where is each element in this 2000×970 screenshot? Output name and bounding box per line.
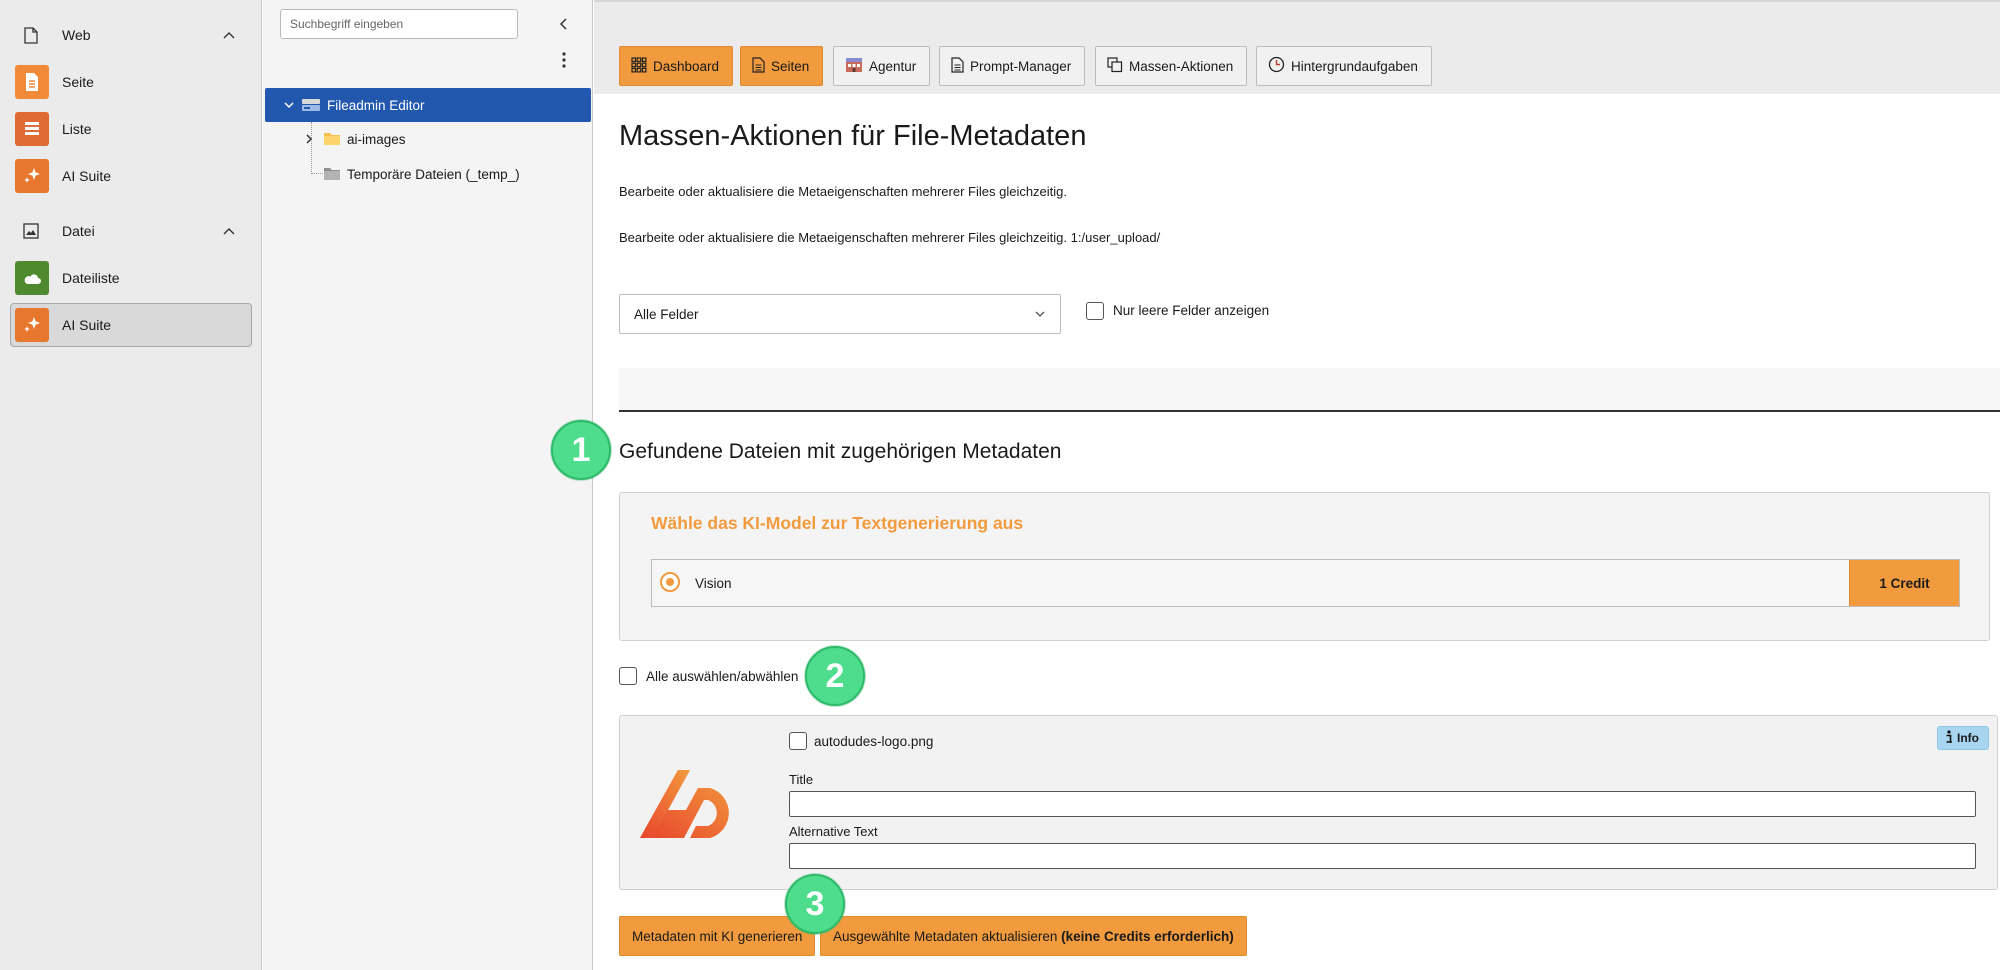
file-select-checkbox[interactable] — [789, 732, 807, 750]
sparkle-icon — [15, 159, 49, 193]
model-selection-card: Wähle das KI-Model zur Textgenerierung a… — [619, 492, 1990, 641]
chevron-up-icon[interactable] — [222, 28, 236, 42]
list-icon — [15, 112, 49, 146]
folder-grey-icon — [323, 166, 341, 184]
section-divider — [619, 368, 2000, 412]
module-item-label: AI Suite — [62, 168, 112, 184]
info-button[interactable]: Info — [1937, 726, 1989, 750]
tab-label: Seiten — [771, 58, 810, 74]
module-group-label: Datei — [62, 223, 95, 239]
model-credit-badge: 1 Credit — [1849, 560, 1959, 606]
grid-icon — [631, 56, 647, 76]
model-name: Vision — [695, 575, 732, 591]
clock-icon — [1268, 56, 1285, 76]
found-files-heading: Gefundene Dateien mit zugehörigen Metada… — [619, 440, 1062, 463]
tab-massen-aktionen[interactable]: Massen-Aktionen — [1095, 46, 1248, 86]
document-icon — [951, 56, 964, 76]
tab-dashboard[interactable]: Dashboard — [619, 46, 734, 86]
title-label: Title — [789, 772, 814, 787]
step-badge-2: 2 — [805, 646, 865, 706]
info-label: Info — [1957, 731, 1979, 745]
tree-node-ai-images[interactable]: ai-images — [303, 122, 583, 156]
title-input[interactable] — [789, 791, 1976, 817]
tree-node-label: Fileadmin Editor — [327, 97, 425, 113]
tab-label: Prompt-Manager — [970, 58, 1072, 74]
main-content: Dashboard Seiten Agentur Prompt-Manager … — [594, 0, 2000, 970]
building-icon — [845, 57, 863, 76]
module-item-liste[interactable]: Liste — [10, 107, 252, 151]
module-item-label: AI Suite — [62, 317, 112, 333]
more-options-icon[interactable] — [556, 50, 572, 70]
tab-hintergrundaufgaben[interactable]: Hintergrundaufgaben — [1256, 46, 1432, 86]
generate-metadata-button[interactable]: Metadaten mit KI generieren — [619, 916, 816, 956]
module-item-dateiliste[interactable]: Dateiliste — [10, 256, 252, 300]
collapse-panel-icon[interactable] — [556, 16, 572, 32]
step-badge-1: 1 — [551, 420, 611, 480]
module-item-ai-suite-web[interactable]: AI Suite — [10, 154, 252, 198]
page-icon — [15, 65, 49, 99]
only-empty-label: Nur leere Felder anzeigen — [1113, 303, 1270, 318]
chevron-down-icon — [1034, 308, 1046, 323]
file-item-card: autodudes-logo.png Info Title Alternativ… — [619, 715, 1998, 890]
only-empty-checkbox[interactable] — [1086, 302, 1104, 320]
module-group-datei[interactable]: Datei — [0, 216, 262, 246]
update-button-note: (keine Credits erforderlich) — [1061, 928, 1234, 944]
tab-seiten[interactable]: Seiten — [740, 46, 824, 86]
copy-icon — [1107, 56, 1123, 76]
module-item-label: Dateiliste — [62, 270, 120, 286]
chevron-down-icon[interactable] — [283, 99, 295, 114]
info-icon — [1945, 729, 1953, 747]
model-heading: Wähle das KI-Model zur Textgenerierung a… — [651, 513, 1024, 533]
module-item-ai-suite-datei[interactable]: AI Suite — [10, 303, 252, 347]
chevron-right-icon[interactable] — [303, 133, 315, 148]
cloud-file-icon — [15, 261, 49, 295]
alt-text-input[interactable] — [789, 843, 1976, 869]
file-name: autodudes-logo.png — [814, 734, 934, 749]
tree-node-label: Temporäre Dateien (_temp_) — [347, 166, 520, 182]
document-icon — [752, 56, 765, 76]
module-item-label: Liste — [62, 121, 92, 137]
tab-label: Hintergrundaufgaben — [1291, 58, 1418, 74]
tree-node-label: ai-images — [347, 131, 406, 147]
alt-text-label: Alternative Text — [789, 824, 878, 839]
storage-icon — [301, 96, 321, 117]
module-group-label: Web — [62, 27, 91, 43]
tab-prompt-manager[interactable]: Prompt-Manager — [939, 46, 1086, 86]
tree-search-input[interactable] — [280, 9, 518, 39]
page-description: Bearbeite oder aktualisiere die Metaeige… — [619, 184, 1068, 199]
file-thumbnail — [638, 766, 748, 844]
image-icon — [22, 222, 40, 240]
module-group-web[interactable]: Web — [0, 20, 262, 50]
module-menu: Web Seite Liste AI Suite Datei Dateilist… — [0, 0, 262, 970]
update-metadata-button[interactable]: Ausgewählte Metadaten aktualisieren (kei… — [820, 916, 1247, 956]
model-radio[interactable] — [660, 572, 680, 592]
model-option-vision[interactable]: Vision 1 Credit — [651, 559, 1960, 607]
doc-header-toolbar: Dashboard Seiten Agentur Prompt-Manager … — [594, 0, 2000, 94]
sparkle-icon — [15, 308, 49, 342]
field-filter-select[interactable]: Alle Felder — [619, 294, 1061, 334]
select-all-checkbox[interactable] — [619, 667, 637, 685]
page-description-path: Bearbeite oder aktualisiere die Metaeige… — [619, 230, 1161, 245]
page-icon — [22, 26, 40, 44]
module-item-seite[interactable]: Seite — [10, 60, 252, 104]
page-title: Massen-Aktionen für File-Metadaten — [619, 120, 1087, 152]
update-button-text: Ausgewählte Metadaten aktualisieren — [833, 928, 1058, 944]
tab-label: Massen-Aktionen — [1129, 58, 1234, 74]
step-badge-3: 3 — [785, 874, 845, 934]
tree-node-temp[interactable]: Temporäre Dateien (_temp_) — [303, 157, 583, 191]
chevron-up-icon[interactable] — [222, 224, 236, 238]
module-item-label: Seite — [62, 74, 94, 90]
tab-label: Agentur — [869, 58, 917, 74]
file-tree-panel: Fileadmin Editor ai-images Temporäre Dat… — [263, 0, 593, 970]
select-all-label: Alle auswählen/abwählen — [646, 669, 799, 684]
tab-agentur[interactable]: Agentur — [833, 46, 931, 86]
tree-node-fileadmin-editor[interactable]: Fileadmin Editor — [265, 88, 591, 122]
field-filter-value: Alle Felder — [634, 306, 699, 322]
tab-label: Dashboard — [653, 58, 720, 74]
folder-icon — [323, 131, 341, 149]
